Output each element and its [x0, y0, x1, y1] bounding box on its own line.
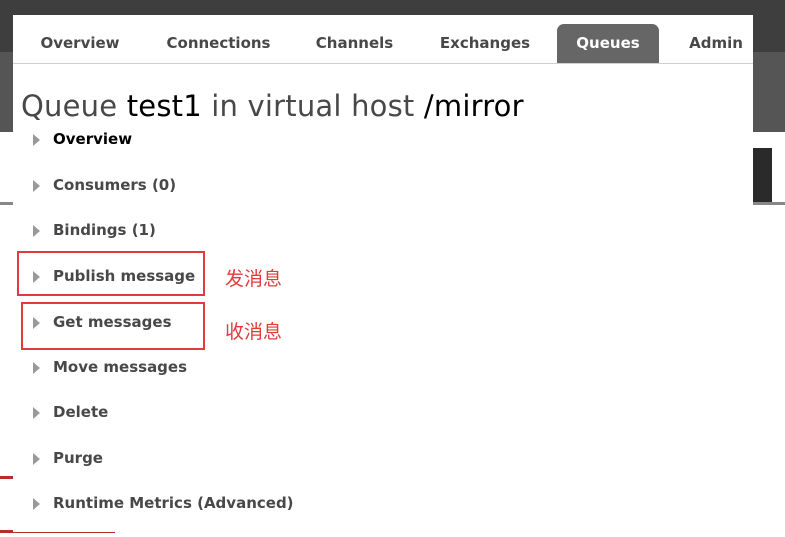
section-label: Overview: [53, 130, 133, 148]
title-middle: in virtual host: [201, 89, 424, 123]
page-title: Queue test1 in virtual host /mirror: [21, 89, 524, 123]
expand-triangle-icon: [33, 362, 40, 374]
title-prefix: Queue: [21, 89, 127, 123]
expand-triangle-icon: [33, 134, 40, 146]
section-label: Purge: [53, 449, 103, 467]
expand-triangle-icon: [33, 453, 40, 465]
tab-exchanges[interactable]: Exchanges: [430, 24, 540, 63]
tab-connections[interactable]: Connections: [157, 24, 280, 63]
publish-highlight-box: [17, 251, 205, 296]
main-nav-tabs: Overview Connections Channels Exchanges …: [13, 24, 753, 64]
section-label: Bindings (1): [53, 221, 156, 239]
section-label: Runtime Metrics (Advanced): [53, 494, 294, 512]
expand-triangle-icon: [33, 498, 40, 510]
section-label: Delete: [53, 403, 109, 421]
tab-admin[interactable]: Admin: [679, 24, 753, 63]
publish-annotation: 发消息: [225, 268, 283, 290]
queue-detail-panel: Overview Connections Channels Exchanges …: [13, 15, 753, 532]
section-label: Move messages: [53, 358, 188, 376]
section-label: Consumers (0): [53, 176, 177, 194]
tab-channels[interactable]: Channels: [304, 24, 405, 63]
vhost-name: /mirror: [423, 89, 524, 123]
tab-overview[interactable]: Overview: [30, 24, 130, 63]
expand-triangle-icon: [33, 407, 40, 419]
get-highlight-box: [21, 302, 205, 350]
queue-name: test1: [126, 89, 202, 123]
expand-triangle-icon: [33, 180, 40, 192]
get-annotation: 收消息: [225, 321, 283, 343]
expand-triangle-icon: [33, 225, 40, 237]
tab-queues[interactable]: Queues: [557, 24, 659, 63]
